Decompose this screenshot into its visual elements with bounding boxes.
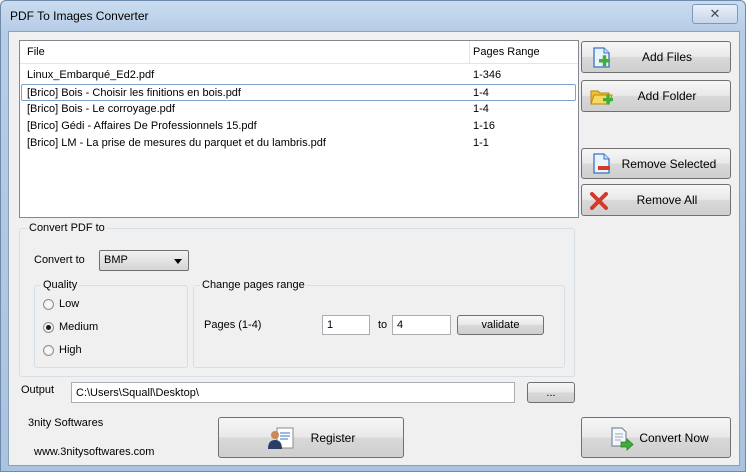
page-to-input[interactable]: 4 [392, 315, 451, 335]
file-row[interactable]: [Brico] Gédi - Affaires De Professionnel… [21, 118, 576, 135]
add-files-button[interactable]: Add Files [581, 41, 731, 73]
file-name: Linux_Embarqué_Ed2.pdf [27, 69, 155, 81]
file-name: [Brico] Bois - Choisir les finitions en … [27, 87, 241, 99]
quality-medium-radio[interactable] [43, 322, 54, 333]
add-folder-label: Add Folder [637, 89, 697, 103]
pages-range-title: Change pages range [200, 279, 307, 291]
client-area: File Pages Range Linux_Embarqué_Ed2.pdf … [8, 31, 740, 466]
column-file[interactable]: File [27, 46, 45, 58]
website-link[interactable]: www.3nitysoftwares.com [34, 446, 154, 458]
add-file-icon [593, 47, 610, 68]
close-icon: ✕ [709, 6, 721, 21]
output-path-input[interactable]: C:\Users\Squall\Desktop\ [71, 382, 515, 403]
quality-group: Quality Low Medium High [34, 279, 188, 368]
app-window: PDF To Images Converter ✕ File Pages Ran… [0, 0, 746, 472]
convert-to-label: Convert to [34, 254, 85, 266]
quality-high-label[interactable]: High [59, 344, 82, 356]
to-label: to [378, 319, 388, 331]
add-folder-button[interactable]: Add Folder [581, 80, 731, 112]
company-name: 3nity Softwares [28, 417, 104, 429]
register-icon [268, 427, 294, 449]
column-pages-range[interactable]: Pages Range [473, 46, 540, 58]
chevron-down-icon [174, 259, 182, 264]
file-row[interactable]: [Brico] LM - La prise de mesures du parq… [21, 135, 576, 152]
file-pages-range: 1-346 [473, 69, 502, 81]
browse-label: ... [546, 386, 556, 399]
quality-low-radio[interactable] [43, 299, 54, 310]
format-dropdown[interactable]: BMP [99, 250, 189, 271]
quality-medium-label[interactable]: Medium [59, 321, 98, 333]
convert-group: Convert PDF to Convert to BMP Quality Lo… [19, 222, 575, 377]
file-row[interactable]: [Brico] Bois - Le corroyage.pdf 1-4 [21, 101, 576, 118]
close-button[interactable]: ✕ [692, 4, 738, 24]
validate-label: validate [481, 319, 520, 331]
validate-button[interactable]: validate [457, 315, 544, 335]
pages-range-group: Change pages range Pages (1-4) 1 to 4 va… [193, 279, 565, 368]
file-list[interactable]: File Pages Range Linux_Embarqué_Ed2.pdf … [19, 40, 579, 218]
file-name: [Brico] Gédi - Affaires De Professionnel… [27, 120, 257, 132]
quality-high-radio[interactable] [43, 345, 54, 356]
remove-all-icon [590, 192, 608, 210]
remove-all-label: Remove All [636, 193, 698, 207]
register-button[interactable]: Register [218, 417, 404, 458]
format-value: BMP [104, 254, 128, 266]
file-pages-range: 1-1 [473, 137, 489, 149]
file-name: [Brico] Bois - Le corroyage.pdf [27, 103, 175, 115]
add-files-label: Add Files [641, 50, 693, 64]
browse-button[interactable]: ... [527, 382, 575, 403]
remove-file-icon [593, 153, 610, 174]
file-list-header: File Pages Range [20, 41, 578, 64]
convert-group-title: Convert PDF to [27, 222, 107, 234]
quality-low-label[interactable]: Low [59, 298, 79, 310]
file-pages-range: 1-4 [473, 87, 489, 99]
output-label: Output [21, 384, 55, 396]
file-name: [Brico] LM - La prise de mesures du parq… [27, 137, 326, 149]
pages-range-label: Pages (1-4) [204, 319, 262, 331]
register-label: Register [310, 430, 356, 445]
file-row[interactable]: Linux_Embarqué_Ed2.pdf 1-346 [21, 67, 576, 84]
file-row-selected[interactable]: [Brico] Bois - Choisir les finitions en … [21, 84, 576, 101]
remove-selected-label: Remove Selected [621, 156, 717, 171]
convert-icon [611, 427, 634, 451]
title-bar[interactable]: PDF To Images Converter ✕ [1, 1, 745, 31]
file-pages-range: 1-4 [473, 103, 489, 115]
column-divider[interactable] [469, 41, 470, 63]
remove-all-button[interactable]: Remove All [581, 184, 731, 216]
page-from-input[interactable]: 1 [322, 315, 370, 335]
convert-now-button[interactable]: Convert Now [581, 417, 731, 458]
window-title: PDF To Images Converter [10, 9, 149, 23]
file-pages-range: 1-16 [473, 120, 496, 132]
remove-selected-button[interactable]: Remove Selected [581, 148, 731, 179]
quality-title: Quality [41, 279, 80, 291]
convert-now-label: Convert Now [639, 430, 709, 445]
